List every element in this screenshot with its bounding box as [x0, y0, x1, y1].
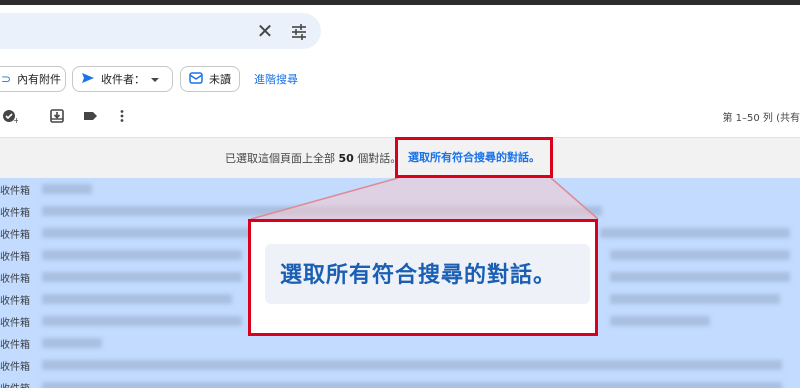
- zoom-callout-inner: 選取所有符合搜尋的對話。: [265, 244, 590, 304]
- zoom-callout: 選取所有符合搜尋的對話。: [248, 219, 598, 336]
- highlight-box: [395, 137, 553, 178]
- zoom-callout-text: 選取所有符合搜尋的對話。: [280, 263, 557, 288]
